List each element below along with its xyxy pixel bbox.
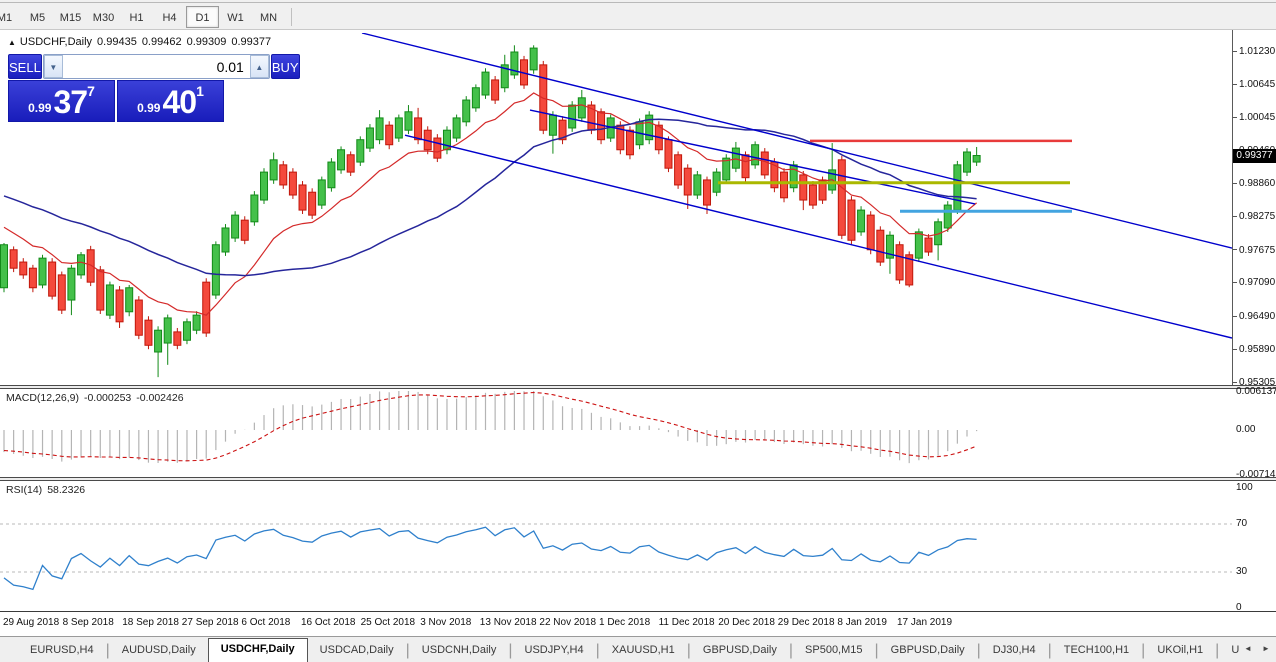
tab-scroll-right-icon[interactable]: ►: [1258, 641, 1274, 657]
chart-tab-bar: EURUSD,H4|AUDUSD,DailyUSDCHF,DailyUSDCAD…: [0, 636, 1276, 662]
buy-price-box[interactable]: 0.99 40 1: [117, 80, 224, 122]
rsi-tick: 30: [1236, 566, 1247, 578]
timeframe-button-h1[interactable]: H1: [120, 6, 153, 28]
timeframe-button-m30[interactable]: M30: [87, 6, 120, 28]
time-axis-label: 1 Dec 2018: [599, 617, 650, 628]
rsi-tick: 100: [1236, 482, 1253, 494]
chart-tab-usdcnh-daily[interactable]: USDCNH,Daily: [410, 640, 509, 662]
price-tick: 1.00045: [1233, 112, 1275, 124]
price-tick: 0.98275: [1233, 211, 1275, 223]
time-axis-label: 22 Nov 2018: [539, 617, 596, 628]
timeframe-button-h4[interactable]: H4: [153, 6, 186, 28]
time-axis-label: 16 Oct 2018: [301, 617, 355, 628]
price-tick: 0.95890: [1233, 344, 1275, 356]
chart-expand-icon[interactable]: ▲: [8, 38, 16, 47]
chart-tab-usdcad-daily[interactable]: USDCAD,Daily: [308, 640, 406, 662]
price-tick: 0.98860: [1233, 178, 1275, 190]
price-tick: 0.96490: [1233, 311, 1275, 323]
toolbar-separator: [291, 8, 292, 26]
chart-tab-usdchf-daily[interactable]: USDCHF,Daily: [208, 638, 308, 662]
volume-stepper: ▼ ▲: [43, 54, 270, 79]
window-top-border: [0, 0, 1276, 3]
time-axis-label: 29 Dec 2018: [778, 617, 835, 628]
price-tick: 0.97090: [1233, 277, 1275, 289]
chart-symbol-label: USDCHF,Daily: [20, 36, 92, 48]
buy-button[interactable]: BUY: [271, 54, 300, 79]
macd-value-main: -0.000253: [84, 392, 131, 404]
chart-tab-ukoil-h1[interactable]: UKOil,H1: [1145, 640, 1215, 662]
timeframe-button-m15[interactable]: M15: [54, 6, 87, 28]
rsi-name: RSI(14): [6, 484, 42, 496]
chart-tab-gbpusd-daily[interactable]: GBPUSD,Daily: [691, 640, 789, 662]
sell-price-big: 37: [53, 87, 87, 117]
chart-tab-audusd-daily[interactable]: AUDUSD,Daily: [110, 640, 208, 662]
macd-name: MACD(12,26,9): [6, 392, 79, 404]
volume-decrease-button[interactable]: ▼: [44, 55, 63, 78]
chart-tab-sp500-m15[interactable]: SP500,M15: [793, 640, 874, 662]
chart-tab-xauusd-h1[interactable]: XAUUSD,H1: [600, 640, 687, 662]
timeframe-button-mn[interactable]: MN: [252, 6, 285, 28]
timeframe-button-m5[interactable]: M5: [21, 6, 54, 28]
timeframe-button-d1[interactable]: D1: [186, 6, 219, 28]
ohlc-low: 0.99309: [187, 36, 227, 48]
price-tick: 0.97675: [1233, 245, 1275, 257]
price-scale[interactable]: 1.012301.006451.000450.994600.988600.982…: [1233, 30, 1276, 386]
time-axis[interactable]: 29 Aug 2018 8 Sep 2018 18 Sep 201827 Sep 2…: [0, 611, 1276, 636]
sell-price-sup: 7: [87, 83, 95, 99]
time-axis-label: 27 Sep 2018: [182, 617, 239, 628]
time-axis-label: 13 Nov 2018: [480, 617, 537, 628]
chart-tab-usdjpy-h4[interactable]: USDJPY,H4: [513, 640, 596, 662]
price-tick: 1.01230: [1233, 46, 1275, 58]
timeframe-button-w1[interactable]: W1: [219, 6, 252, 28]
time-axis-label: 8 Sep 2018: [63, 617, 114, 628]
macd-label: MACD(12,26,9) -0.000253 -0.002426: [6, 392, 189, 404]
rsi-label: RSI(14) 58.2326: [6, 484, 90, 496]
macd-tick: 0.00: [1236, 424, 1255, 436]
rsi-canvas[interactable]: [0, 481, 1233, 611]
chart-tab-eurusd-h4[interactable]: EURUSD,H4: [18, 640, 106, 662]
sell-button[interactable]: SELL: [8, 54, 42, 79]
time-axis-label: 17 Jan 2019: [897, 617, 952, 628]
ohlc-open: 0.99435: [97, 36, 137, 48]
timeframe-buttons: M1M5M15M30H1H4D1W1MN: [0, 6, 285, 28]
time-axis-label: 29 Aug 2018: [3, 617, 59, 628]
time-axis-label: 25 Oct 2018: [361, 617, 415, 628]
buy-price-sup: 1: [196, 83, 204, 99]
current-price-marker: 0.99377: [1233, 149, 1276, 163]
chart-tab-dj30-h4[interactable]: DJ30,H4: [981, 640, 1048, 662]
sell-price-small: 0.99: [28, 99, 51, 117]
time-axis-label: 6 Oct 2018: [241, 617, 290, 628]
tab-scroll-controls: ◄ ►: [1240, 641, 1274, 657]
volume-input[interactable]: [63, 55, 250, 78]
timeframe-button-m1[interactable]: M1: [0, 6, 21, 28]
chart-tab-gbpusd-daily[interactable]: GBPUSD,Daily: [879, 640, 977, 662]
ohlc-close: 0.99377: [231, 36, 271, 48]
time-axis-label: 11 Dec 2018: [659, 617, 715, 628]
sell-price-box[interactable]: 0.99 37 7: [8, 80, 115, 122]
rsi-value: 58.2326: [47, 484, 85, 496]
volume-increase-button[interactable]: ▲: [250, 55, 269, 78]
time-axis-label: 20 Dec 2018: [718, 617, 775, 628]
price-tick: 1.00645: [1233, 79, 1275, 91]
time-axis-label: 3 Nov 2018: [420, 617, 471, 628]
macd-value-signal: -0.002426: [136, 392, 183, 404]
timeframe-toolbar: M1M5M15M30H1H4D1W1MN: [0, 4, 1276, 30]
time-axis-label: 18 Sep 2018: [122, 617, 179, 628]
time-axis-label: 8 Jan 2019: [837, 617, 887, 628]
one-click-trade-panel: SELL ▼ ▲ BUY 0.99 37 7 0.99 40 1: [8, 54, 224, 122]
macd-tick: 0.006137: [1236, 386, 1276, 398]
buy-price-big: 40: [162, 87, 196, 117]
chart-tab-tech100-h1[interactable]: TECH100,H1: [1052, 640, 1141, 662]
chart-ohlc-header: ▲ USDCHF,Daily 0.99435 0.99462 0.99309 0.9937…: [8, 36, 276, 48]
trading-platform-window: M1M5M15M30H1H4D1W1MN ▲ USDCHF,Daily 0.9943…: [0, 0, 1276, 662]
rsi-tick: 70: [1236, 518, 1247, 530]
tab-scroll-left-icon[interactable]: ◄: [1240, 641, 1256, 657]
buy-price-small: 0.99: [137, 99, 160, 117]
ohlc-high: 0.99462: [142, 36, 182, 48]
